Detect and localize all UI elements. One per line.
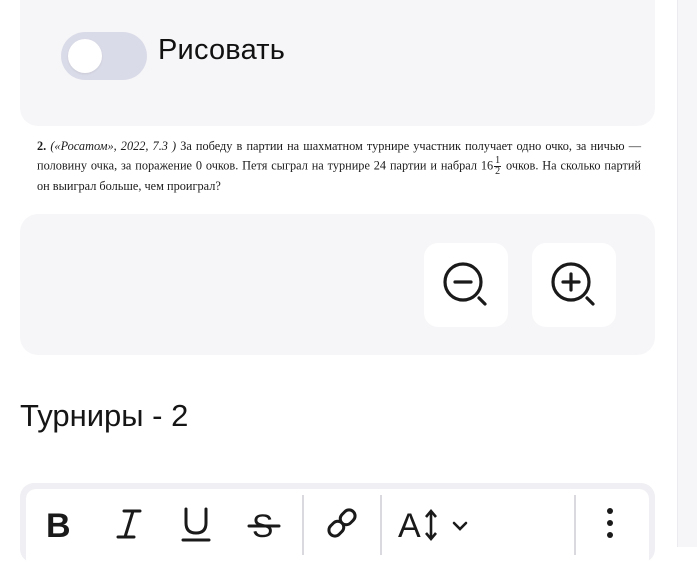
bold-button[interactable]: B — [42, 503, 78, 543]
zoom-in-button[interactable] — [532, 243, 616, 327]
draw-toggle-label: Рисовать — [158, 34, 286, 66]
underline-icon — [181, 507, 211, 542]
toolbar-divider — [380, 495, 382, 555]
text-size-button[interactable]: A — [398, 503, 474, 543]
draw-settings-card: Рисовать — [20, 0, 655, 126]
fraction-denominator: 2 — [495, 166, 501, 177]
italic-button[interactable] — [112, 503, 146, 543]
bold-icon: B — [46, 507, 71, 543]
problem-source: («Росатом», 2022, 7.3 ) — [50, 139, 177, 153]
zoom-controls-card — [20, 214, 655, 355]
underline-button[interactable] — [178, 503, 214, 543]
text-size-icon: A — [398, 507, 468, 543]
section-title: Турниры - 2 — [20, 398, 189, 433]
draw-toggle[interactable] — [61, 32, 147, 80]
link-button[interactable] — [324, 503, 360, 543]
zoom-out-icon — [443, 262, 487, 306]
toolbar-divider — [302, 495, 304, 555]
toolbar-divider — [574, 495, 576, 555]
right-scroll-rail — [677, 0, 697, 547]
strikethrough-button[interactable]: S — [246, 503, 282, 543]
more-options-button[interactable] — [600, 503, 620, 543]
zoom-in-icon — [551, 262, 595, 306]
link-icon — [327, 508, 357, 538]
strikethrough-icon: S — [247, 508, 281, 543]
svg-text:B: B — [46, 507, 71, 543]
fraction: 12 — [494, 156, 502, 177]
problem-number: 2. — [37, 139, 47, 153]
more-vertical-icon — [607, 508, 613, 538]
italic-icon — [116, 509, 142, 539]
toggle-knob — [68, 39, 102, 73]
problem-statement: 2. («Росатом», 2022, 7.3 ) За победу в п… — [37, 137, 641, 196]
editor-toolbar: B S A — [26, 489, 649, 569]
zoom-out-button[interactable] — [424, 243, 508, 327]
svg-text:A: A — [398, 507, 421, 543]
editor-toolbar-frame: B S A — [20, 483, 655, 569]
